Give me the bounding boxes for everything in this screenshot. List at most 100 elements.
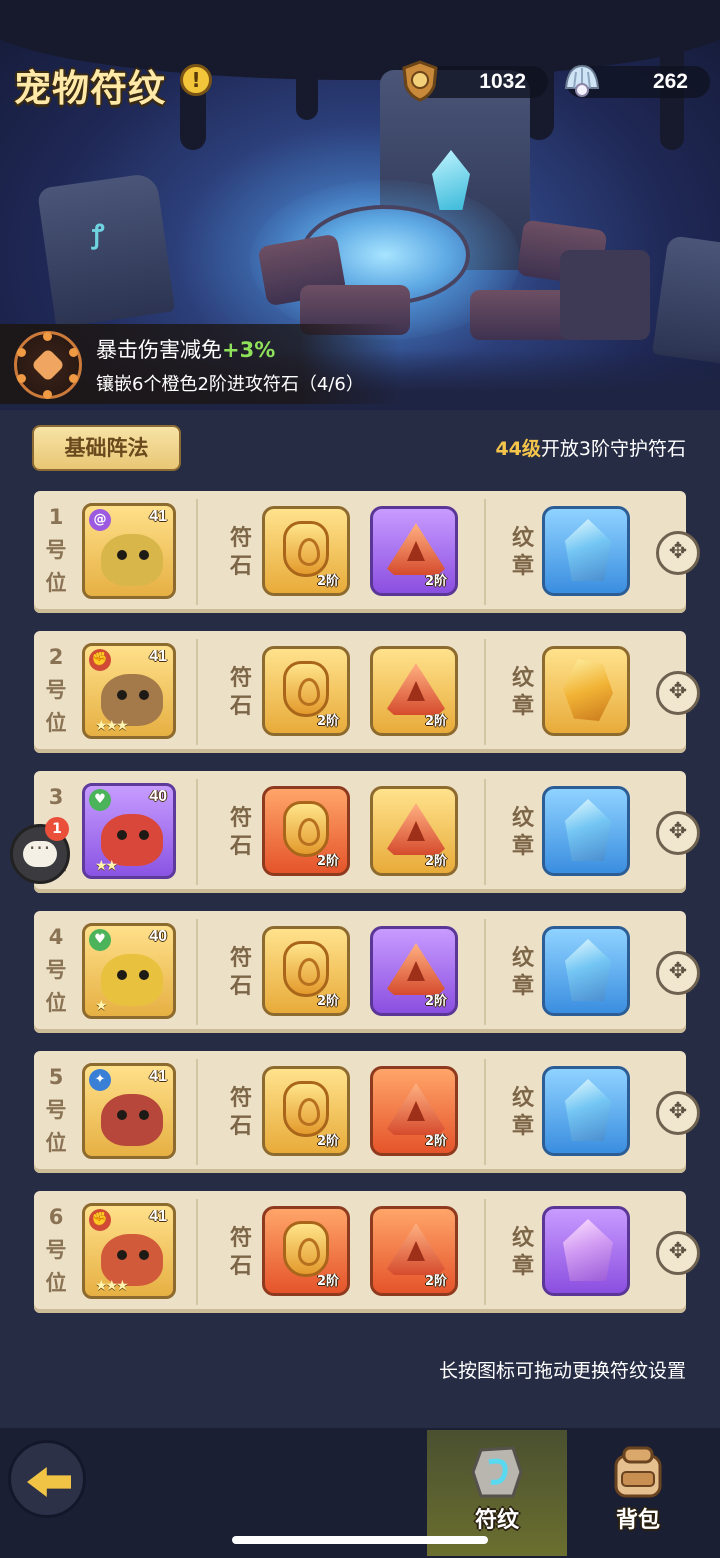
- fist-tribe-icon: ✊: [89, 649, 111, 671]
- emblem-slot[interactable]: [542, 926, 630, 1016]
- rune-slot-attack[interactable]: 2阶: [262, 646, 350, 736]
- arrow-rune-icon: [387, 523, 445, 575]
- pet-figure: [101, 954, 163, 1006]
- page-title: 宠物符纹: [14, 67, 166, 110]
- chat-badge: 1: [45, 817, 69, 841]
- rune-slot-attack[interactable]: 2阶: [262, 1066, 350, 1156]
- set-bonus-icon[interactable]: [14, 331, 82, 399]
- rune-label: 符石: [229, 946, 252, 999]
- tab-backpack[interactable]: 背包: [568, 1430, 708, 1556]
- emblem-label: 纹章: [511, 946, 534, 999]
- slot-position: 4号位: [45, 925, 67, 1015]
- pet-portrait[interactable]: ♥ 40 ★★: [82, 783, 176, 879]
- rune-slot-attack[interactable]: 2阶: [370, 926, 458, 1016]
- formation-tab[interactable]: 基础阵法: [32, 425, 181, 471]
- chat-bubble-icon: [23, 836, 57, 867]
- rune-tier: 2阶: [424, 1274, 447, 1289]
- move-arrows-icon[interactable]: ✥: [656, 671, 700, 715]
- pet-eye: [117, 1110, 127, 1120]
- pet-level: 41: [149, 648, 167, 665]
- rune-slot-attack[interactable]: 2阶: [262, 926, 350, 1016]
- emblem-slot[interactable]: [542, 786, 630, 876]
- unlock-notice: 44级开放3阶守护符石: [495, 434, 686, 461]
- pet-portrait[interactable]: ✊ 41 ★★★: [82, 1203, 176, 1299]
- rune-slot-attack[interactable]: 2阶: [262, 506, 350, 596]
- emblem-label: 纹章: [511, 526, 534, 579]
- emblem-slot[interactable]: [542, 1066, 630, 1156]
- emblem-label: 纹章: [511, 1226, 534, 1279]
- rune-slot-attack[interactable]: 2阶: [370, 646, 458, 736]
- shield-medal-icon: [402, 60, 438, 102]
- rune-slot-attack[interactable]: 2阶: [370, 1066, 458, 1156]
- rune-tier: 2阶: [424, 854, 447, 869]
- emblem-slot[interactable]: [542, 646, 630, 736]
- fire-rune-icon: [283, 941, 329, 997]
- pet-portrait[interactable]: ✦ 41: [82, 1063, 176, 1159]
- currency-pearl[interactable]: 262: [564, 64, 710, 98]
- move-arrows-icon[interactable]: ✥: [656, 1091, 700, 1135]
- pet-eye: [139, 1110, 149, 1120]
- emblem-label: 纹章: [511, 1086, 534, 1139]
- rune-label: 符石: [229, 526, 252, 579]
- slot-position: 5号位: [45, 1065, 67, 1155]
- bonus-effect: 暴击伤害减免+3%: [96, 334, 275, 364]
- emblem-slot[interactable]: [542, 506, 630, 596]
- divider: [484, 639, 486, 745]
- slot-position: 6号位: [45, 1205, 67, 1295]
- rune-glyph: ꝭ: [92, 220, 105, 250]
- pet-portrait[interactable]: ♥ 40 ★: [82, 923, 176, 1019]
- arrow-rune-icon: [387, 1083, 445, 1135]
- rune-label: 符石: [229, 1226, 252, 1279]
- rune-slot-attack[interactable]: 2阶: [370, 1206, 458, 1296]
- arrow-rune-icon: [387, 663, 445, 715]
- bonus-node: [69, 374, 78, 383]
- slot-row: 3号位 ♥ 40 ★★ 符石 2阶 2阶 纹章 ✥: [34, 771, 700, 893]
- pet-portrait[interactable]: ✊ 41 ★★★: [82, 643, 176, 739]
- divider: [484, 1059, 486, 1165]
- slot-row: 4号位 ♥ 40 ★ 符石 2阶 2阶 纹章 ✥: [34, 911, 700, 1033]
- rune-tier: 2阶: [316, 1274, 339, 1289]
- set-bonus-banner: 暴击伤害减免+3% 镶嵌6个橙色2阶进攻符石（4/6）: [0, 324, 720, 404]
- emblem-label: 纹章: [511, 666, 534, 719]
- rune-tier: 2阶: [424, 714, 447, 729]
- move-arrows-icon[interactable]: ✥: [656, 811, 700, 855]
- pet-eye: [139, 970, 149, 980]
- fire-rune-icon: [283, 661, 329, 717]
- pet-portrait[interactable]: @ 41: [82, 503, 176, 599]
- rune-slot-attack[interactable]: 2阶: [262, 1206, 350, 1296]
- rune-slot-attack[interactable]: 2阶: [370, 506, 458, 596]
- bonus-node: [17, 348, 26, 357]
- pet-stars: ★★: [95, 858, 118, 874]
- rune-label: 符石: [229, 666, 252, 719]
- back-arrow-icon: [27, 1467, 71, 1497]
- rune-label: 符石: [229, 1086, 252, 1139]
- pet-eye: [139, 550, 149, 560]
- fire-rune-icon: [283, 521, 329, 577]
- divider: [196, 1199, 198, 1305]
- divider: [484, 1199, 486, 1305]
- slot-row: 5号位 ✦ 41 符石 2阶 2阶 纹章 ✥: [34, 1051, 700, 1173]
- bonus-requirement: 镶嵌6个橙色2阶进攻符石（4/6）: [96, 374, 364, 395]
- rune-tier: 2阶: [424, 574, 447, 589]
- unlock-text: 开放3阶守护符石: [540, 438, 686, 460]
- rune-slot-attack[interactable]: 2阶: [262, 786, 350, 876]
- slot-position: 1号位: [45, 505, 67, 595]
- currency-honor[interactable]: 1032: [402, 60, 548, 102]
- chat-button[interactable]: 1: [10, 817, 70, 884]
- move-arrows-icon[interactable]: ✥: [656, 531, 700, 575]
- divider: [196, 639, 198, 745]
- emblem-slot[interactable]: [542, 1206, 630, 1296]
- rune-tier: 2阶: [316, 574, 339, 589]
- tab-rune-label: 符纹: [474, 1508, 519, 1533]
- info-icon[interactable]: !: [180, 64, 212, 96]
- pet-eye: [117, 1250, 127, 1260]
- back-button[interactable]: [8, 1440, 86, 1518]
- move-arrows-icon[interactable]: ✥: [656, 1231, 700, 1275]
- pet-level: 40: [149, 788, 167, 805]
- pet-stars: ★★★: [95, 1278, 129, 1294]
- magic-tribe-icon: ✦: [89, 1069, 111, 1091]
- pet-level: 41: [149, 1208, 167, 1225]
- rune-slot-attack[interactable]: 2阶: [370, 786, 458, 876]
- backpack-icon: [614, 1446, 662, 1498]
- move-arrows-icon[interactable]: ✥: [656, 951, 700, 995]
